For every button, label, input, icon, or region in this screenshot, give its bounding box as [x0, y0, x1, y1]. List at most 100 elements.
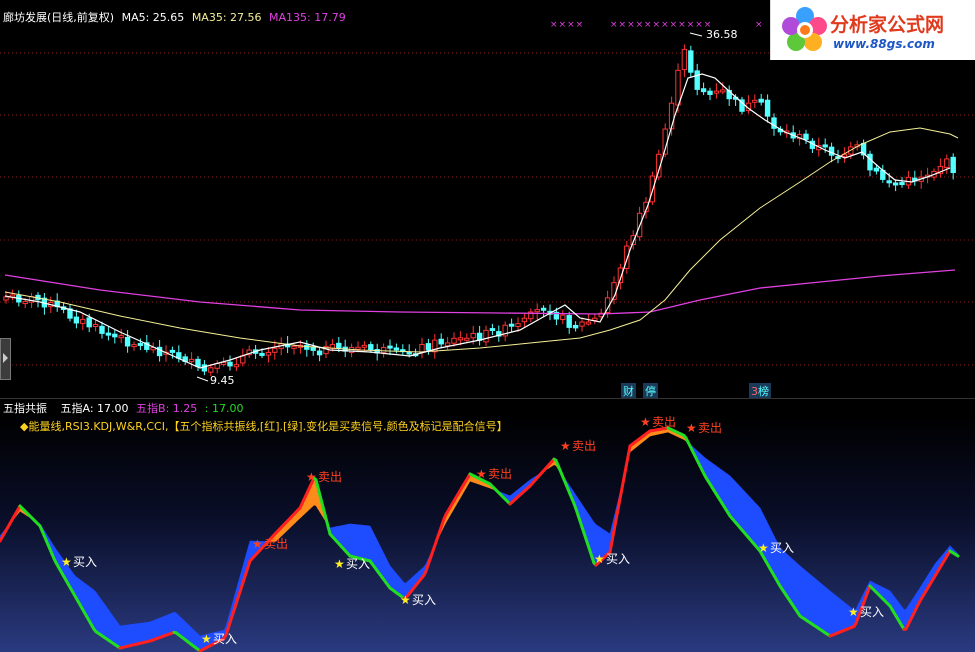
resonance-line-segment — [612, 518, 618, 533]
ma5-line — [4, 73, 951, 369]
buy-signal: ★ 买入 — [594, 552, 630, 566]
expand-panel-handle[interactable] — [0, 338, 11, 380]
candle — [425, 338, 432, 355]
candle — [617, 263, 624, 290]
candle — [444, 336, 451, 351]
sell-signal: ★ 卖出 — [686, 421, 722, 435]
buy-star-icon: ★ — [334, 557, 345, 571]
candle — [726, 85, 732, 106]
candle — [668, 96, 675, 136]
candle — [432, 334, 438, 359]
indicator-b-readout: 五指B: 1.25 — [136, 402, 198, 415]
buy-label: 买入 — [73, 555, 97, 569]
event-tag-bang-text: 榜 — [758, 385, 769, 398]
candle — [508, 318, 515, 333]
candle — [764, 94, 771, 123]
candle — [579, 317, 585, 332]
candle — [521, 312, 528, 327]
event-tag-bang-prefix: 3 — [751, 385, 758, 398]
sell-star-icon: ★ — [560, 439, 571, 453]
candle — [905, 171, 912, 189]
buy-star-icon: ★ — [61, 555, 72, 569]
candle — [912, 170, 918, 186]
candle — [272, 340, 278, 360]
sell-label: 卖出 — [488, 467, 512, 481]
sell-label: 卖出 — [572, 439, 596, 453]
candle — [649, 171, 656, 205]
candle — [233, 358, 240, 372]
ma135-line — [4, 269, 956, 315]
candle — [809, 138, 816, 154]
candle — [400, 344, 406, 355]
candle — [560, 310, 566, 325]
ma35-line — [4, 127, 959, 353]
candle — [412, 348, 419, 358]
signal-marks-3: ×××××××× — [644, 20, 713, 30]
candle — [534, 303, 540, 320]
candle — [387, 339, 393, 356]
buy-label: 买入 — [346, 557, 370, 571]
candle — [342, 339, 348, 358]
stock-title: 廊坊发展(日线,前复权) — [3, 11, 115, 24]
ma5-readout: MA5: 25.65 — [121, 11, 185, 24]
candle — [124, 330, 131, 353]
candlesticks — [3, 44, 956, 376]
sell-label: 卖出 — [698, 421, 722, 435]
sell-signal: ★ 卖出 — [640, 416, 676, 429]
low-price-label: 9.45 — [210, 374, 235, 387]
indicator-a-readout: 五指A: 17.00 — [60, 402, 129, 415]
buy-signal: ★ 买入 — [400, 593, 436, 607]
resonance-line-segment — [614, 508, 620, 522]
indicator-pane[interactable]: 五指共振 五指A: 17.00 五指B: 1.25 : 17.00 ★ 卖出 ★ 卖出… — [0, 398, 975, 652]
buy-label: 买入 — [213, 632, 237, 646]
candle — [496, 325, 502, 342]
buy-signal: ★ 买入 — [61, 555, 97, 569]
resonance-line-segment — [620, 476, 626, 490]
candle — [105, 325, 112, 341]
candle — [464, 333, 470, 342]
sell-signal: ★ 卖出 — [306, 470, 342, 484]
buy-star-icon: ★ — [758, 541, 769, 555]
sell-label: 卖出 — [318, 470, 342, 484]
buy-label: 买入 — [412, 593, 436, 607]
sell-star-icon: ★ — [640, 416, 651, 429]
candle — [316, 347, 323, 362]
event-tag-bang[interactable]: 3榜 — [749, 383, 771, 399]
resonance-line-segment — [622, 465, 628, 480]
ma35-readout: MA35: 27.56 — [191, 11, 262, 24]
candle — [867, 150, 873, 177]
candle — [662, 123, 668, 158]
candle — [739, 96, 745, 115]
event-tag-ting[interactable]: 停 — [643, 383, 658, 399]
chart-header: 廊坊发展(日线,前复权) MA5: 25.65 MA35: 27.56 MA13… — [3, 9, 346, 25]
candle — [681, 44, 688, 78]
indicator-c-readout: : 17.00 — [204, 402, 244, 415]
candle — [592, 314, 598, 325]
buy-signal: ★ 买入 — [758, 541, 794, 555]
candle — [528, 308, 534, 323]
candle — [707, 87, 713, 101]
candle — [131, 341, 137, 351]
candle — [67, 304, 73, 322]
sell-signal: ★ 卖出 — [252, 537, 288, 551]
sell-signal: ★ 卖出 — [560, 439, 596, 453]
candle — [566, 311, 572, 334]
candle — [393, 343, 400, 354]
ma135-readout: MA135: 17.79 — [269, 11, 346, 24]
candle — [880, 164, 886, 183]
candle — [214, 360, 220, 374]
candle — [937, 158, 944, 178]
candle — [438, 333, 444, 348]
candle — [368, 341, 374, 354]
sell-star-icon: ★ — [686, 421, 697, 435]
indicator-chart-svg: ★ 卖出★ 卖出 ★ 卖出★ 卖出★ 卖出 ★ 卖出★ 买入★ 买入★ 买入★ 买入★ 买入★ 买入★ 买入 — [0, 416, 975, 652]
event-tag-cai[interactable]: 财 — [621, 383, 636, 399]
buy-signal: ★ 买入 — [848, 605, 884, 619]
resonance-line-segment — [618, 486, 624, 501]
candle — [419, 337, 425, 359]
resonance-line-segment — [626, 444, 632, 459]
candle — [790, 125, 796, 143]
resonance-line-segment — [616, 497, 622, 512]
price-chart-pane[interactable]: 廊坊发展(日线,前复权) MA5: 25.65 MA35: 27.56 MA13… — [0, 0, 975, 399]
indicator-name: 五指共振 — [3, 402, 47, 415]
